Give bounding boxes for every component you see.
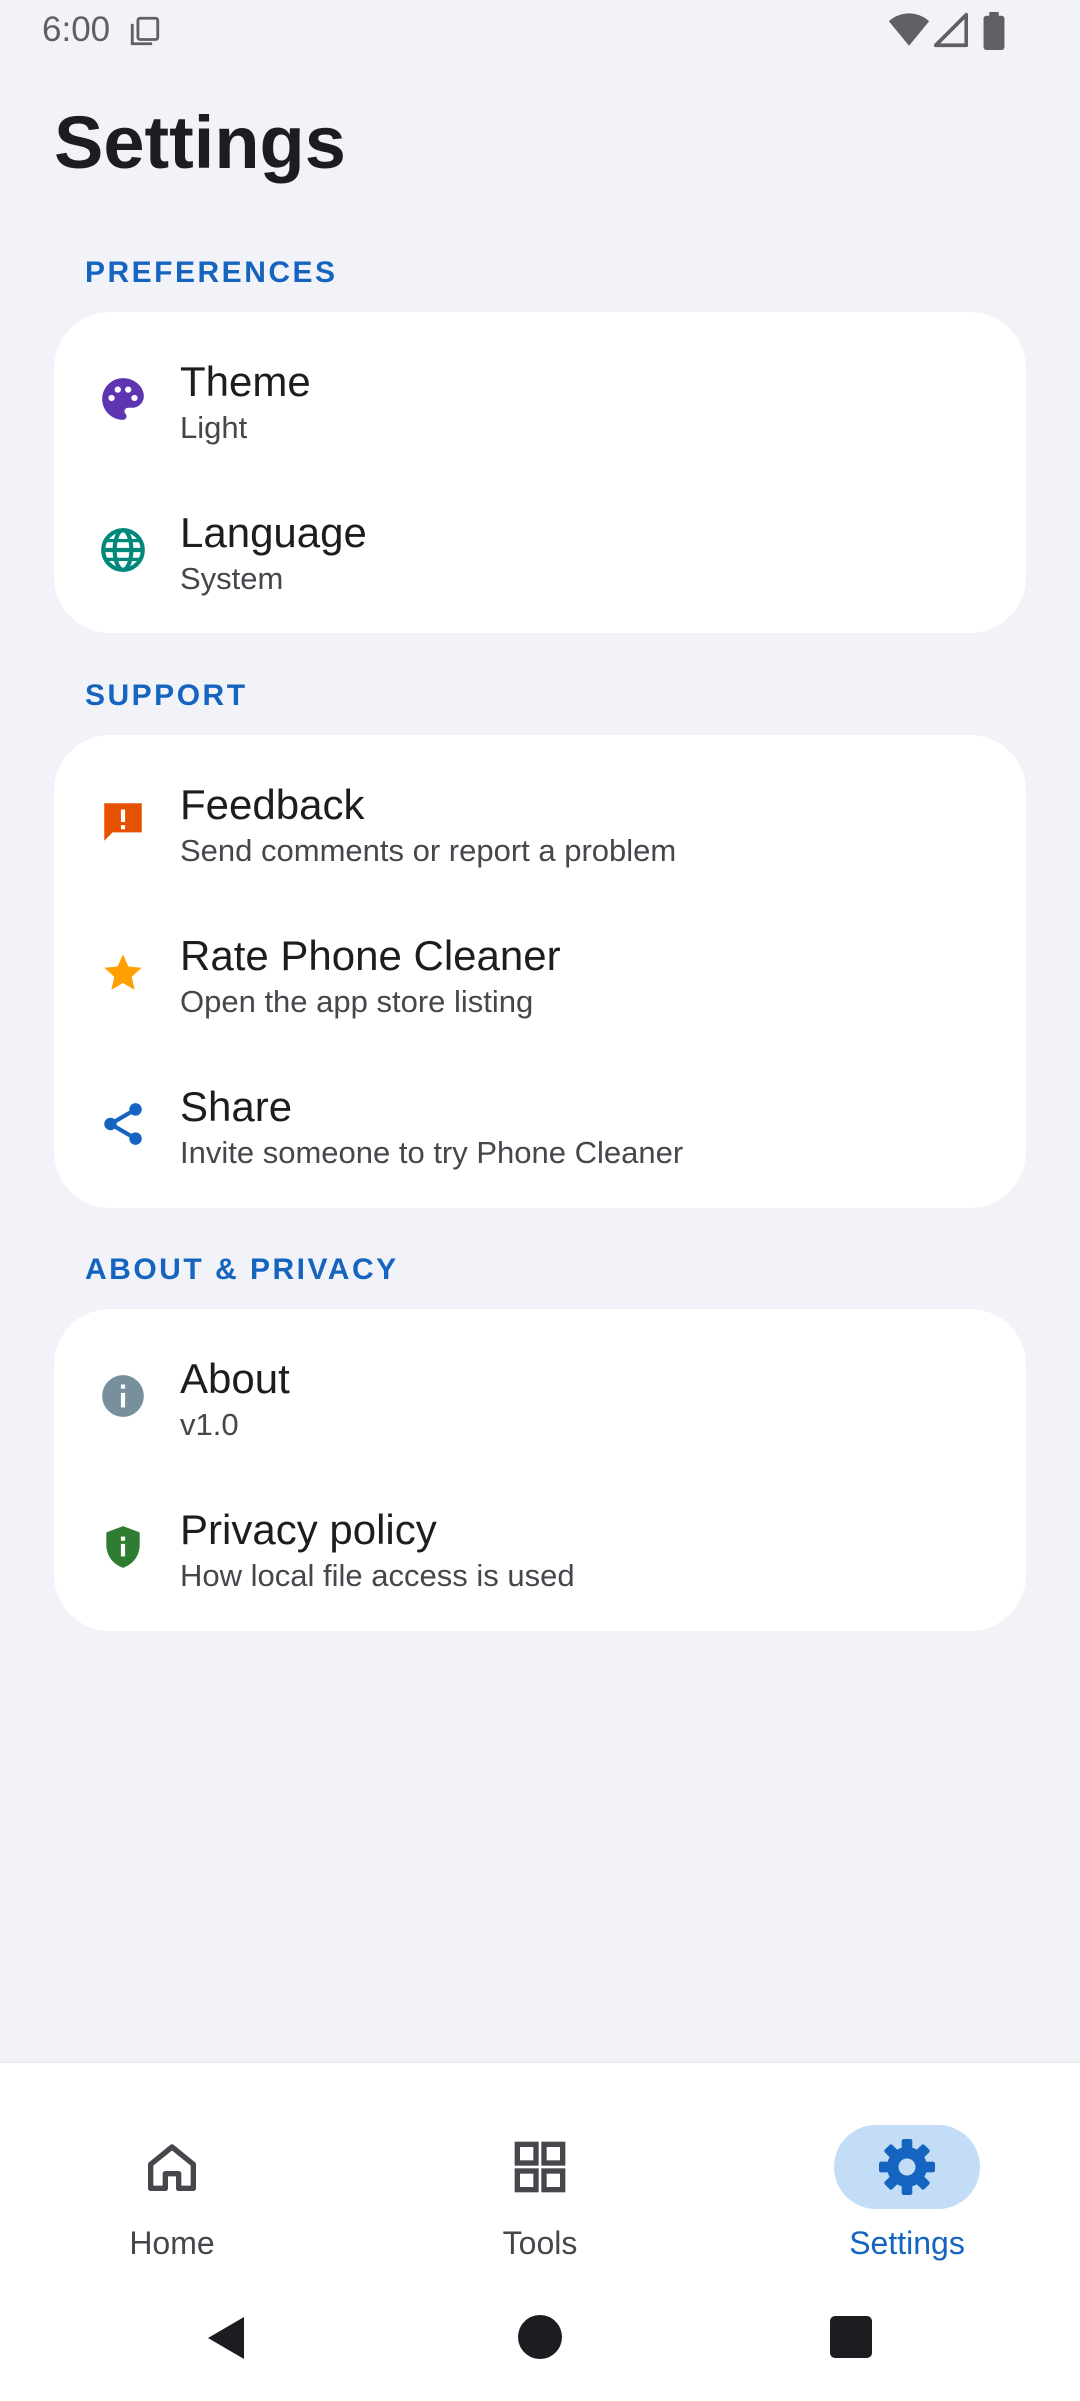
section-label-about-privacy: ABOUT & PRIVACY [85,1253,399,1286]
globe-icon [101,528,145,572]
palette-icon [102,378,144,420]
row-subtitle: Send comments or report a problem [180,833,677,868]
row-title: About [180,1355,290,1402]
row-subtitle: System [180,561,284,596]
settings-row-theme[interactable]: Theme Light [54,322,1026,473]
nav-label: Tools [502,2225,578,2261]
gear-icon [879,2139,935,2195]
row-subtitle: Open the app store listing [180,984,534,1019]
row-title: Rate Phone Cleaner [180,932,561,979]
shield-icon [106,1526,140,1568]
system-recents-icon[interactable] [828,2314,874,2360]
row-title: Feedback [180,781,365,828]
feedback-icon [104,803,142,841]
settings-row-about[interactable]: About v1.0 [54,1319,1026,1470]
row-title: Theme [180,358,311,405]
nav-item-tools[interactable]: Tools [438,2093,638,2261]
home-icon [148,2144,196,2191]
wifi-icon [888,13,930,46]
nav-item-home[interactable]: Home [70,2093,270,2261]
settings-row-language[interactable]: Language System [54,473,1026,624]
grid-icon [514,2141,566,2193]
nav-label: Home [129,2225,215,2261]
section-label-preferences: PREFERENCES [85,256,338,289]
bottom-navigation: Home Tools Settings [0,2062,1080,2401]
share-icon [104,1103,142,1145]
star-icon [104,954,142,990]
section-label-support: SUPPORT [85,679,248,712]
settings-row-rate[interactable]: Rate Phone Cleaner Open the app store li… [54,896,1026,1047]
row-subtitle: Invite someone to try Phone Cleaner [180,1135,684,1170]
row-subtitle: Light [180,410,248,445]
cell-signal-icon [934,12,968,48]
settings-row-share[interactable]: Share Invite someone to try Phone Cleane… [54,1047,1026,1198]
about-privacy-card: About v1.0 Privacy policy How local file… [54,1309,1026,1631]
row-title: Privacy policy [180,1506,437,1553]
nav-item-settings[interactable]: Settings [805,2093,1005,2261]
support-card: Feedback Send comments or report a probl… [54,735,1026,1208]
system-back-icon[interactable] [204,2313,248,2363]
row-title: Language [180,509,367,556]
battery-icon [983,12,1005,50]
preferences-card: Theme Light Language System [54,312,1026,633]
row-subtitle: How local file access is used [180,1558,575,1593]
settings-row-feedback[interactable]: Feedback Send comments or report a probl… [54,745,1026,896]
page-title: Settings [54,101,346,184]
nav-label: Settings [849,2225,965,2261]
sim-card-icon [130,16,160,46]
status-time: 6:00 [42,10,111,49]
row-subtitle: v1.0 [180,1407,239,1442]
system-home-icon[interactable] [516,2313,564,2361]
status-bar: 6:00 [0,0,1080,62]
info-icon [102,1375,144,1417]
row-title: Share [180,1083,293,1130]
settings-row-privacy[interactable]: Privacy policy How local file access is … [54,1470,1026,1621]
